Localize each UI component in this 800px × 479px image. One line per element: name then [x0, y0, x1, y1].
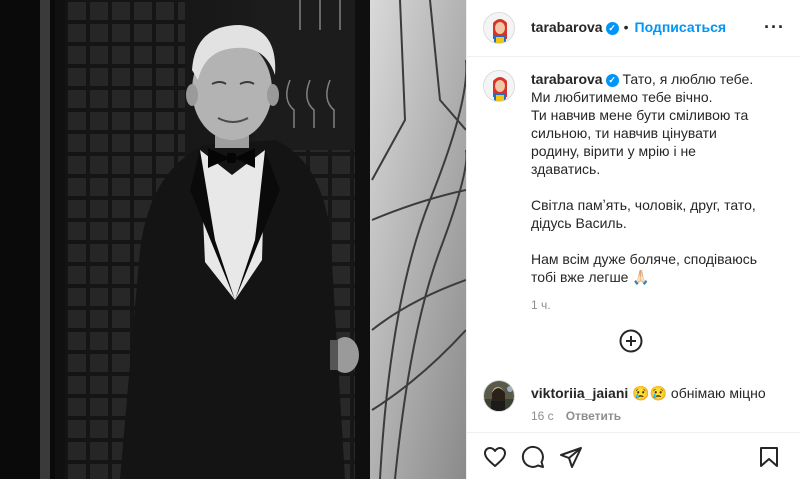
author-username[interactable]: tarabarova: [531, 19, 603, 35]
caption-paragraph-3: Нам всім дуже боляче, сподіваюсь тобі вж…: [531, 251, 757, 285]
heart-icon[interactable]: [483, 445, 507, 469]
share-icon[interactable]: [559, 445, 583, 469]
follow-button[interactable]: Подписаться: [635, 19, 727, 35]
post-photo-image: [0, 0, 466, 479]
caption-paragraph-2: Світла памʼять, чоловік, друг, тато, дід…: [531, 197, 756, 231]
comment-timestamp[interactable]: 16 с: [531, 409, 554, 423]
caption-text: tarabarova ✓ Тато, я люблю тебе. Ми любит…: [531, 70, 785, 314]
caption-author-avatar[interactable]: [483, 70, 515, 102]
commenter-username[interactable]: viktoriia_jaiani: [531, 385, 628, 401]
comment-text: viktoriia_jaiani 😢😢 обнімаю міцно: [531, 384, 766, 402]
caption-verified-icon: ✓: [605, 74, 619, 87]
plus-circle-icon[interactable]: [619, 329, 643, 353]
comment-icon[interactable]: [521, 445, 545, 469]
author-avatar[interactable]: [483, 12, 515, 44]
author-avatar-image: [484, 13, 514, 43]
bookmark-icon[interactable]: [757, 445, 781, 469]
commenter-avatar[interactable]: [483, 380, 515, 412]
verified-icon: ✓: [605, 22, 619, 35]
reply-button[interactable]: Ответить: [566, 409, 621, 423]
commenter-avatar-image: [484, 381, 514, 411]
caption-avatar-image: [484, 71, 514, 101]
more-options-icon[interactable]: ···: [764, 18, 785, 36]
post-photo[interactable]: [0, 0, 466, 479]
post-header: tarabarova ✓ • Подписаться ···: [467, 0, 800, 57]
post-side-panel: tarabarova ✓ • Подписаться ··· tarabarova ✓ …: [466, 0, 800, 479]
caption-paragraph-1: tarabarova ✓ Тато, я люблю тебе. Ми любит…: [531, 70, 785, 178]
caption-timestamp[interactable]: 1 ч.: [531, 296, 785, 314]
comment-meta: 16 с Ответить: [531, 409, 621, 423]
action-bar: [467, 432, 800, 479]
author-line: tarabarova ✓ • Подписаться: [531, 19, 726, 37]
comment-body: 😢😢 обнімаю міцно: [632, 385, 766, 401]
caption-username[interactable]: tarabarova: [531, 71, 603, 87]
separator-dot: •: [623, 19, 629, 35]
